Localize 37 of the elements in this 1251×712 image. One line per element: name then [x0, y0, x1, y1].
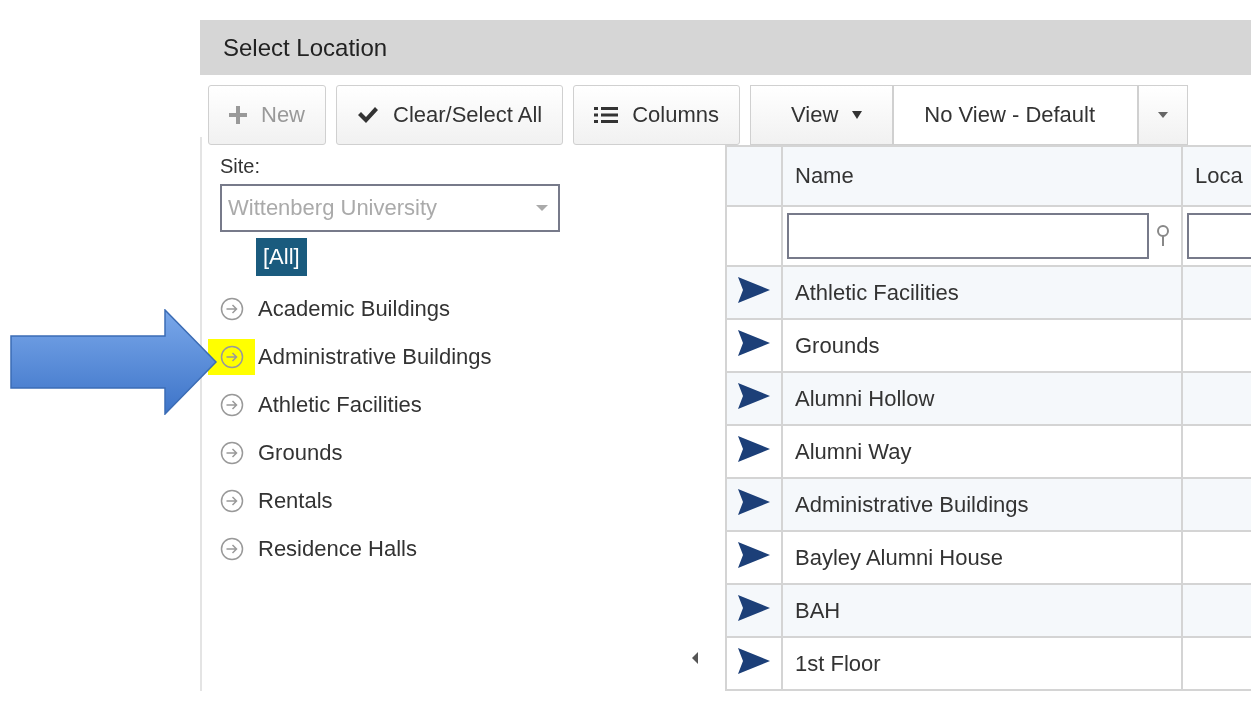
caret-icon: [536, 205, 548, 211]
column-header[interactable]: Loca: [1182, 146, 1251, 206]
list-icon: [594, 106, 619, 124]
pin-icon[interactable]: [1157, 225, 1169, 247]
toolbar-button[interactable]: View: [750, 85, 894, 145]
arrow-icon[interactable]: [738, 594, 770, 621]
toolbar-button[interactable]: Columns: [573, 85, 740, 145]
table-cell: Alumni Hollow: [782, 372, 1182, 425]
table-cell: Administrative Buildings: [782, 478, 1182, 531]
collapse-icon[interactable]: [692, 652, 698, 664]
plus-icon: [229, 106, 247, 124]
column-header[interactable]: Name: [782, 146, 1182, 206]
toolbar-button[interactable]: Clear/Select All: [336, 85, 564, 145]
site-label: Site:: [220, 155, 262, 178]
arrow-icon[interactable]: [738, 541, 770, 568]
view-select[interactable]: No View - Default: [893, 85, 1139, 145]
arrow-icon[interactable]: [738, 276, 770, 303]
table-cell: 1st Floor: [782, 637, 1182, 690]
arrow-icon[interactable]: [738, 329, 770, 356]
tree-item[interactable]: Academic Buildings: [258, 295, 450, 322]
arrow-icon[interactable]: [738, 382, 770, 409]
tree-item[interactable]: Grounds: [258, 439, 343, 466]
filter-field[interactable]: [787, 213, 1149, 259]
tree-item[interactable]: Rentals: [258, 487, 333, 514]
tree-item[interactable]: Residence Halls: [258, 535, 417, 562]
dialog-title: Select Location: [200, 20, 1251, 75]
tree-item[interactable]: Athletic Facilities: [258, 391, 422, 418]
tree-item[interactable]: Administrative Buildings: [258, 343, 492, 370]
table-cell: Athletic Facilities: [782, 266, 1182, 319]
arrow-icon[interactable]: [738, 488, 770, 515]
arrow-icon[interactable]: [738, 435, 770, 462]
table-cell: BAH: [782, 584, 1182, 637]
arrow-icon[interactable]: [738, 647, 770, 674]
tree-node[interactable]: [All]: [256, 238, 307, 276]
caret-icon: [852, 111, 863, 119]
checkmark-icon: [357, 106, 379, 124]
caret-icon: [1158, 112, 1169, 118]
